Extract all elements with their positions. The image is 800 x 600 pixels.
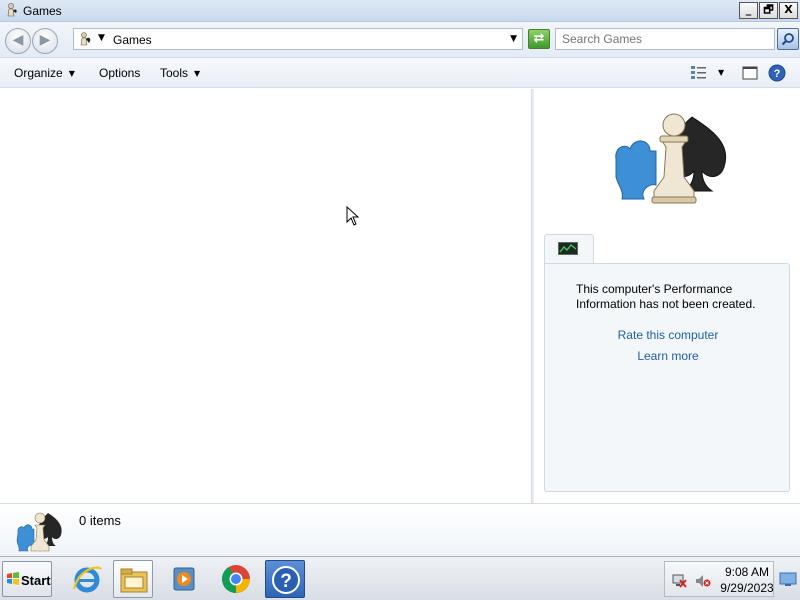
search-icon	[781, 33, 794, 46]
chevron-down-icon: ▼	[68, 69, 75, 78]
search-button[interactable]	[777, 28, 799, 50]
network-disconnected-icon[interactable]	[671, 574, 687, 588]
learn-more-link[interactable]: Learn more	[545, 349, 791, 363]
tools-menu[interactable]: Tools ▼	[160, 66, 200, 80]
details-side-pane: This computer's Performance Information …	[534, 89, 800, 503]
performance-tab[interactable]	[544, 234, 594, 264]
command-bar: Organize ▼ Options Tools ▼ ▼ ?	[0, 58, 800, 88]
taskbar-chrome[interactable]	[216, 560, 256, 598]
performance-meter-icon	[558, 242, 578, 255]
help-icon[interactable]: ?	[768, 64, 786, 82]
back-button[interactable]: ◀	[5, 28, 31, 54]
chrome-icon	[222, 565, 250, 593]
windows-logo-icon	[7, 572, 19, 585]
media-player-icon	[173, 567, 195, 591]
clock-date[interactable]: 9/29/2023	[719, 581, 775, 595]
games-logo-icon	[615, 113, 727, 204]
rate-this-computer-link[interactable]: Rate this computer	[545, 328, 791, 342]
search-input[interactable]	[556, 29, 768, 49]
refresh-button[interactable]: ⇄	[528, 29, 550, 49]
games-icon	[7, 3, 17, 17]
options-label: Options	[99, 66, 141, 80]
volume-muted-icon[interactable]	[695, 574, 711, 588]
refresh-icon: ⇄	[533, 31, 545, 46]
maximize-button[interactable]: 🗗	[759, 2, 778, 19]
svg-text:?: ?	[774, 68, 781, 80]
games-file-list[interactable]	[0, 89, 531, 503]
view-options-chevron-icon[interactable]: ▼	[718, 68, 724, 77]
taskbar-media-player[interactable]	[164, 560, 204, 598]
taskbar-internet-explorer[interactable]	[67, 560, 107, 598]
title-bar: Games _ 🗗 X	[0, 0, 800, 22]
address-dropdown-icon[interactable]: ▼	[510, 34, 517, 44]
performance-panel: This computer's Performance Information …	[544, 263, 790, 492]
taskbar-help-and-support[interactable]: ?	[265, 560, 305, 598]
forward-arrow-icon: ▶	[39, 32, 51, 48]
breadcrumb-arrow-icon[interactable]: ▼	[98, 33, 105, 43]
system-tray: 9:08 AM 9/29/2023	[664, 561, 774, 597]
forward-button[interactable]: ▶	[32, 28, 58, 54]
start-button[interactable]: Start	[2, 561, 52, 597]
search-box[interactable]	[555, 28, 775, 50]
svg-text:?: ?	[280, 571, 292, 592]
item-count: 0 items	[79, 513, 121, 528]
change-view-icon[interactable]	[690, 64, 708, 82]
chevron-down-icon: ▼	[194, 69, 201, 78]
address-bar[interactable]: ▼ Games ▼	[73, 28, 523, 50]
clock-time[interactable]: 9:08 AM	[721, 565, 773, 579]
help-and-support-icon: ?	[272, 566, 300, 594]
folder-icon	[120, 568, 148, 593]
minimize-button[interactable]: _	[739, 2, 758, 19]
tools-label: Tools	[160, 66, 189, 80]
performance-message: This computer's Performance Information …	[576, 282, 756, 311]
organize-label: Organize	[14, 66, 63, 80]
taskbar-windows-explorer[interactable]	[113, 560, 153, 598]
breadcrumb-games[interactable]: Games	[113, 33, 152, 47]
show-desktop-icon[interactable]	[779, 571, 797, 587]
internet-explorer-icon	[72, 566, 102, 593]
games-folder-icon	[80, 32, 91, 46]
details-pane: 0 items	[0, 503, 800, 556]
options-button[interactable]: Options	[99, 66, 140, 80]
back-arrow-icon: ◀	[12, 32, 24, 48]
start-label: Start	[21, 573, 51, 588]
mouse-pointer-icon	[346, 206, 360, 226]
window-title: Games	[23, 4, 62, 18]
navigation-bar: ◀ ▶ ▼ Games ▼ ⇄	[0, 22, 800, 58]
games-thumbnail-icon	[16, 512, 62, 552]
organize-menu[interactable]: Organize ▼	[14, 66, 75, 80]
taskbar: Start ? 9:08 AM 9/29/2023	[0, 556, 800, 600]
preview-pane-icon[interactable]	[741, 64, 759, 82]
close-button[interactable]: X	[779, 2, 798, 19]
